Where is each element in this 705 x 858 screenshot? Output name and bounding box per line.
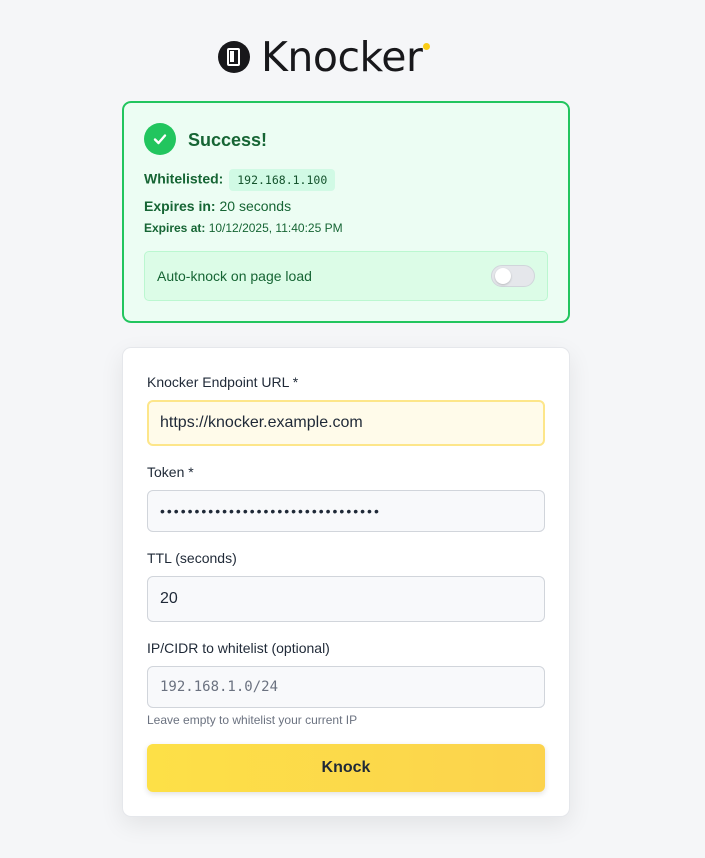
ip-hint: Leave empty to whitelist your current IP bbox=[147, 713, 358, 727]
ttl-input[interactable]: 20 bbox=[147, 576, 545, 622]
token-value: •••••••••••••••••••••••••••••••• bbox=[160, 503, 381, 519]
endpoint-value: https://knocker.example.com bbox=[160, 414, 363, 431]
endpoint-input[interactable]: https://knocker.example.com bbox=[147, 400, 545, 446]
app-name: Knocker bbox=[261, 33, 423, 81]
toggle-knob bbox=[495, 268, 511, 284]
door-icon bbox=[218, 41, 250, 73]
page: Knocker Success! Whitelisted: 192.168.1.… bbox=[0, 0, 705, 858]
auto-knock-toggle[interactable] bbox=[491, 265, 535, 287]
token-input[interactable]: •••••••••••••••••••••••••••••••• bbox=[147, 490, 545, 532]
endpoint-label: Knocker Endpoint URL * bbox=[147, 374, 299, 390]
token-label: Token * bbox=[147, 464, 194, 480]
knock-button[interactable]: Knock bbox=[147, 744, 545, 792]
auto-knock-label: Auto-knock on page load bbox=[157, 268, 312, 284]
success-card: Success! Whitelisted: 192.168.1.100 Expi… bbox=[122, 101, 570, 323]
app-logo: Knocker bbox=[218, 33, 431, 81]
expires-in-row: Expires in: 20 seconds bbox=[144, 198, 291, 214]
ip-placeholder: 192.168.1.0/24 bbox=[160, 679, 279, 695]
expires-at-row: Expires at: 10/12/2025, 11:40:25 PM bbox=[144, 221, 343, 235]
check-icon bbox=[144, 123, 176, 155]
auto-knock-row: Auto-knock on page load bbox=[144, 251, 548, 301]
whitelisted-row: Whitelisted: 192.168.1.100 bbox=[144, 169, 336, 191]
ip-label: IP/CIDR to whitelist (optional) bbox=[147, 640, 330, 656]
expires-at-value: 10/12/2025, 11:40:25 PM bbox=[208, 221, 343, 235]
logo-dot bbox=[423, 43, 431, 50]
expires-in-label: Expires in: bbox=[144, 198, 216, 214]
whitelisted-ip: 192.168.1.100 bbox=[229, 169, 336, 191]
expires-in-value: 20 seconds bbox=[219, 198, 292, 214]
success-title: Success! bbox=[188, 130, 268, 150]
ttl-label: TTL (seconds) bbox=[147, 550, 237, 566]
knock-form: Knocker Endpoint URL * https://knocker.e… bbox=[122, 347, 570, 817]
ttl-value: 20 bbox=[160, 590, 178, 607]
whitelisted-label: Whitelisted: bbox=[144, 170, 224, 187]
ip-input[interactable]: 192.168.1.0/24 bbox=[147, 666, 545, 708]
expires-at-label: Expires at: bbox=[144, 221, 206, 235]
